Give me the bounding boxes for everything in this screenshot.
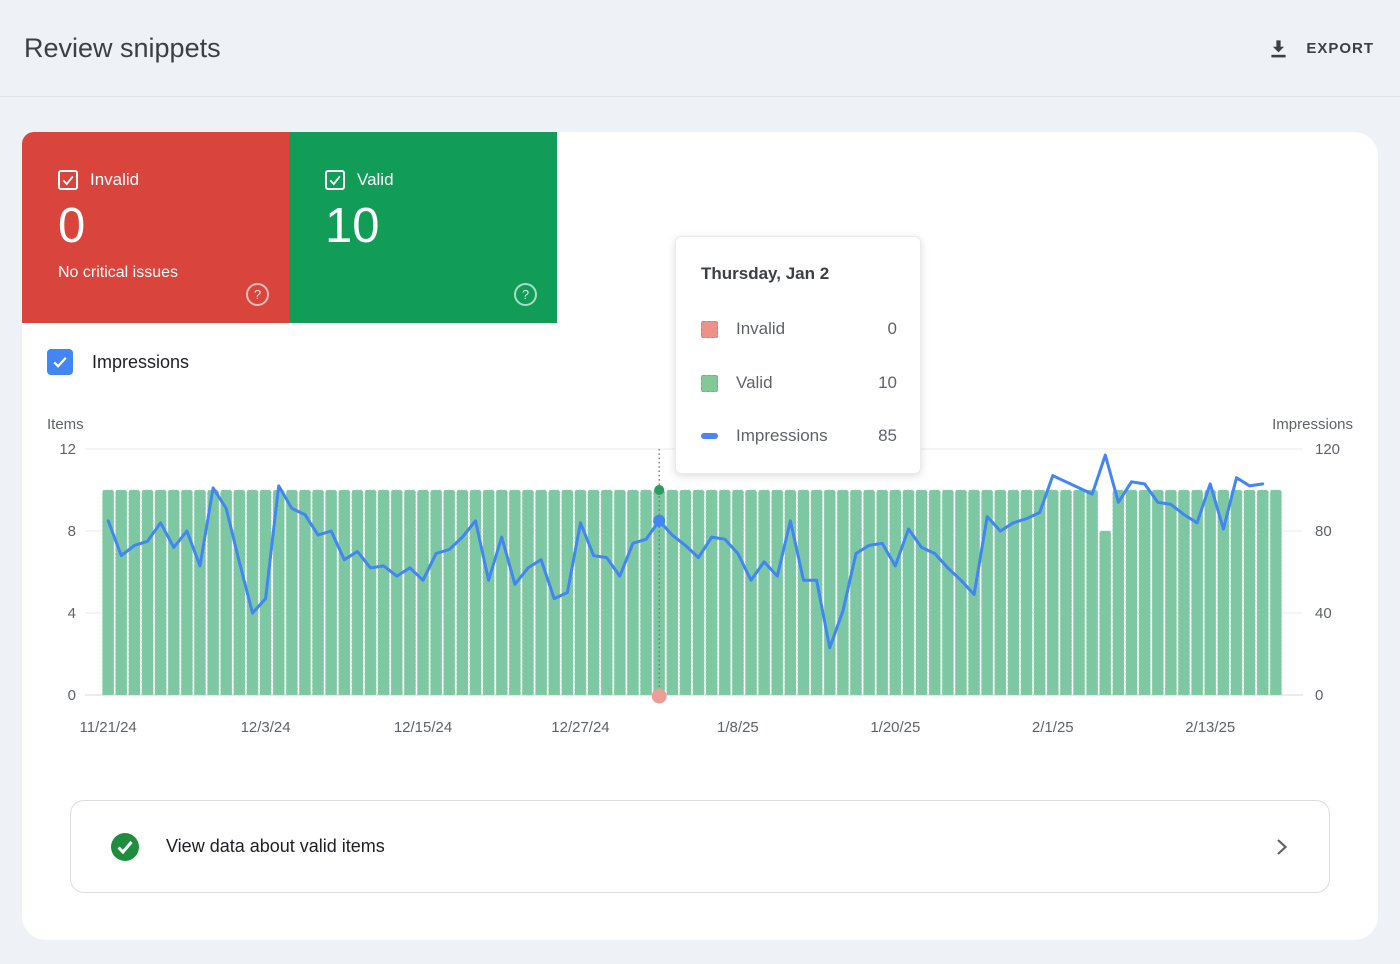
invalid-checkbox[interactable] (58, 170, 78, 190)
chevron-right-icon (1269, 835, 1293, 859)
tooltip-row-impressions: Impressions 85 (701, 424, 897, 448)
tooltip-row-valid: Valid 10 (701, 371, 897, 395)
tooltip-date: Thursday, Jan 2 (701, 264, 829, 284)
invalid-count: 0 (58, 198, 85, 254)
invalid-subtitle: No critical issues (58, 264, 178, 282)
check-icon (327, 172, 343, 188)
valid-count: 10 (325, 198, 380, 254)
impressions-checkbox[interactable] (47, 349, 73, 375)
impressions-toggle[interactable]: Impressions (47, 349, 189, 375)
export-button[interactable]: EXPORT (1267, 30, 1374, 66)
view-valid-items-link[interactable]: View data about valid items (70, 800, 1330, 893)
valid-help-icon[interactable]: ? (514, 283, 537, 306)
header-divider (0, 96, 1400, 97)
tooltip-row-invalid: Invalid 0 (701, 317, 897, 341)
valid-summary-card[interactable]: Valid 10 ? (289, 132, 557, 323)
impressions-swatch-icon (701, 433, 718, 439)
invalid-help-icon[interactable]: ? (246, 283, 269, 306)
valid-swatch-icon (701, 375, 718, 392)
valid-check-icon (111, 833, 139, 861)
invalid-swatch-icon (701, 321, 718, 338)
export-button-label: EXPORT (1306, 40, 1374, 57)
check-icon (50, 352, 70, 372)
invalid-label: Invalid (90, 170, 139, 190)
page-title: Review snippets (24, 33, 221, 64)
valid-checkbox[interactable] (325, 170, 345, 190)
review-snippets-page: Review snippets EXPORT Invalid 0 No crit (0, 0, 1400, 964)
valid-label: Valid (357, 170, 394, 190)
chart-tooltip: Thursday, Jan 2 Invalid 0 Valid 10 Impre… (675, 236, 921, 474)
invalid-summary-card[interactable]: Invalid 0 No critical issues ? (22, 132, 289, 323)
check-icon (60, 172, 76, 188)
view-valid-items-label: View data about valid items (166, 836, 385, 857)
impressions-toggle-label: Impressions (92, 352, 189, 373)
download-icon (1267, 37, 1290, 60)
